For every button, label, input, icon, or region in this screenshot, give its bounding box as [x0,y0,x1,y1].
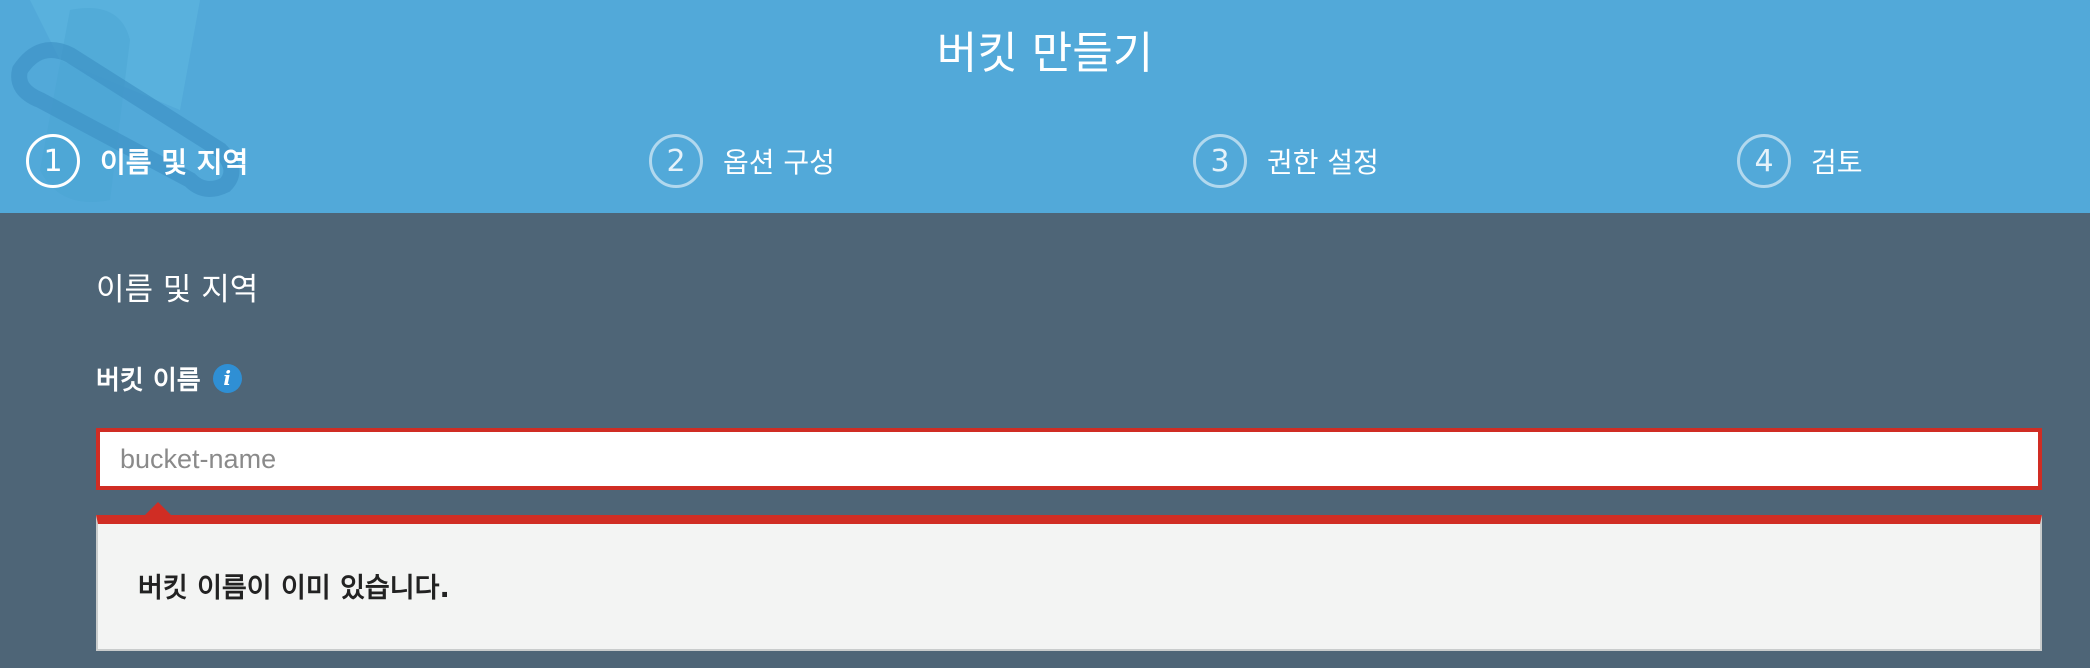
bucket-name-input[interactable] [96,428,2042,490]
step-label: 검토 [1811,146,1863,179]
step-label: 옵션 구성 [723,146,835,179]
error-message-box: 버킷 이름이 이미 있습니다. [96,515,2042,651]
info-icon[interactable]: i [212,363,242,393]
step-number: 2 [649,134,703,188]
wizard-header: 버킷 만들기 1 이름 및 지역 2 옵션 구성 3 권한 설정 4 검토 [0,0,2090,213]
section-title: 이름 및 지역 [96,272,259,308]
modal-title: 버킷 만들기 [936,28,1154,79]
step-number: 4 [1737,134,1791,188]
bucket-name-label: 버킷 이름 i [96,358,242,398]
step-label: 권한 설정 [1267,146,1379,179]
step-review[interactable]: 4 검토 [1737,134,1863,188]
step-number: 1 [26,134,80,188]
error-pointer [144,502,172,516]
step-set-permissions[interactable]: 3 권한 설정 [1193,134,1379,188]
step-configure-options[interactable]: 2 옵션 구성 [649,134,835,188]
bucket-name-label-text: 버킷 이름 [96,365,201,396]
step-name-region[interactable]: 1 이름 및 지역 [26,134,248,188]
error-message: 버킷 이름이 이미 있습니다. [138,573,450,604]
step-number: 3 [1193,134,1247,188]
step-label: 이름 및 지역 [100,146,249,179]
